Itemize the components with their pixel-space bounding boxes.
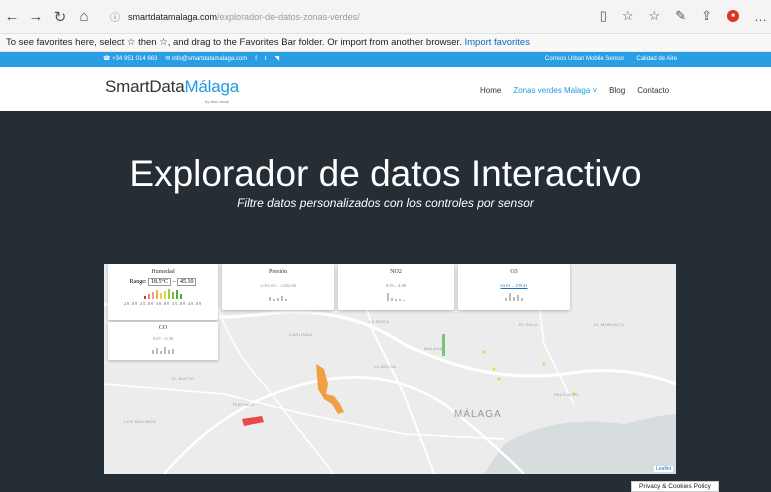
site-logo[interactable]: SmartDataMálaga (105, 77, 239, 97)
histogram[interactable] (108, 289, 218, 299)
range-max-input[interactable]: 45.10 (176, 278, 197, 286)
logo-subtitle: by altai visual (205, 99, 230, 104)
green-zone[interactable] (442, 334, 445, 356)
map-label: LA BOLSA (374, 364, 397, 369)
address-bar[interactable]: ⓘ smartdatamalaga.com /explorador-de-dat… (110, 9, 590, 25)
correos-link[interactable]: Correos Urban Mobile Sensor (545, 52, 624, 67)
favorites-message: To see favorites here, select ☆ then ☆, … (6, 37, 462, 48)
sensor-range[interactable]: 63.01 – 159.41 (458, 283, 570, 288)
sensor-cards: Humedad Range: 18.5°C – 45.10 20.00 25.0… (104, 264, 676, 320)
map-label: MALAGA (424, 346, 444, 351)
home-icon[interactable]: ⌂ (72, 8, 96, 25)
menu-blog[interactable]: Blog (609, 86, 625, 95)
main-menu: Home Zonas verdes Malaga ˅ Blog Contacto (480, 86, 669, 95)
menu-zonas-verdes[interactable]: Zonas verdes Malaga ˅ (513, 86, 597, 95)
page-subtitle: Filtre datos personalizados con los cont… (237, 196, 534, 210)
sensor-range: 1,011.63 – 1,022.66 (260, 283, 296, 288)
browser-toolbar: ← → ↻ ⌂ ⓘ smartdatamalaga.com /explorado… (0, 0, 771, 34)
import-favorites-link[interactable]: Import favorites (464, 37, 529, 48)
rss-icon[interactable]: ◥ (275, 52, 280, 67)
sensor-title: Humedad (151, 269, 175, 275)
phone-link[interactable]: ☎ +34 951 014 663 (103, 52, 157, 67)
pen-icon[interactable]: ✎ (675, 8, 686, 24)
sensor-card-humedad[interactable]: Humedad Range: 18.5°C – 45.10 20.00 25.0… (108, 264, 218, 320)
range-min-input[interactable]: 18.5°C (148, 278, 171, 286)
sensor-card-no2[interactable]: NO2 0.03 – 4.08 (338, 264, 454, 310)
favorite-star-icon[interactable]: ☆ (622, 8, 634, 24)
sensor-title: NO2 (390, 269, 402, 275)
histogram[interactable] (338, 291, 454, 301)
reading-view-icon[interactable]: ▯ (600, 8, 607, 24)
forward-icon[interactable]: → (24, 8, 48, 25)
more-icon[interactable]: … (754, 9, 767, 24)
cookies-policy-button[interactable]: Privacy & Cookies Policy (631, 481, 719, 492)
sensor-title: O3 (510, 269, 518, 275)
sensor-title: CO (158, 325, 168, 331)
menu-home[interactable]: Home (480, 86, 501, 95)
map-label: LA ROCA (369, 319, 390, 324)
page-title: Explorador de datos Interactivo (129, 153, 642, 194)
back-icon[interactable]: ← (0, 8, 24, 25)
map-label: TEATINOS (232, 402, 255, 407)
histogram-ticks: 20.00 25.00 30.00 35.00 40.00 (124, 301, 202, 306)
range-filter: Range: 18.5°C – 45.10 (108, 278, 218, 286)
map-label: LOS MOLINOS (124, 419, 156, 424)
sensor-card-presion[interactable]: Presión 1,011.63 – 1,022.66 (222, 264, 334, 310)
calidad-aire-link[interactable]: Calidad de Aire (636, 52, 677, 67)
share-icon[interactable]: ⇪ (701, 8, 712, 24)
sensor-card-co[interactable]: CO 0.07 – 0.30 (108, 322, 218, 360)
contact-strip: ☎ +34 951 014 663 ✉ info@smartdatamalaga… (0, 52, 771, 67)
site-header: SmartDataMálaga by altai visual Home Zon… (0, 67, 771, 111)
url-path: /explorador-de-datos-zonas-verdes/ (217, 11, 360, 22)
map-attribution[interactable]: Leaflet (653, 466, 673, 472)
map-label: EL BULTO (172, 376, 195, 381)
sensor-range: 0.03 – 4.08 (385, 283, 407, 288)
email-link[interactable]: ✉ info@smartdatamalaga.com (165, 52, 247, 67)
map-label: EL PALO (519, 322, 539, 327)
city-label: MÁLAGA (454, 409, 502, 420)
histogram[interactable] (108, 344, 218, 354)
menu-contacto[interactable]: Contacto (637, 86, 669, 95)
refresh-icon[interactable]: ↻ (48, 8, 72, 26)
favorites-hub-icon[interactable]: ☆ (649, 8, 661, 24)
sensor-card-o3[interactable]: O3 63.01 – 159.41 (458, 264, 570, 310)
url-host: smartdatamalaga.com (128, 11, 218, 22)
extension-icon[interactable]: ■ (727, 10, 739, 22)
sensor-title: Presión (269, 269, 287, 275)
info-icon[interactable]: ⓘ (110, 9, 120, 24)
sensor-map[interactable]: CARLINDA LA ROCA EL PALO MALAGA LA BOLSA… (104, 264, 676, 474)
map-label: EL MORLACO (594, 322, 625, 327)
sensor-range: 0.07 – 0.30 (152, 336, 174, 341)
facebook-icon[interactable]: f (255, 52, 257, 67)
twitter-icon[interactable]: t (265, 52, 267, 67)
map-label: CARLINDA (289, 332, 313, 337)
histogram[interactable] (222, 291, 334, 301)
favorites-bar: To see favorites here, select ☆ then ☆, … (0, 34, 771, 52)
map-label: PALO ALTO (554, 392, 579, 397)
histogram[interactable] (458, 291, 570, 301)
